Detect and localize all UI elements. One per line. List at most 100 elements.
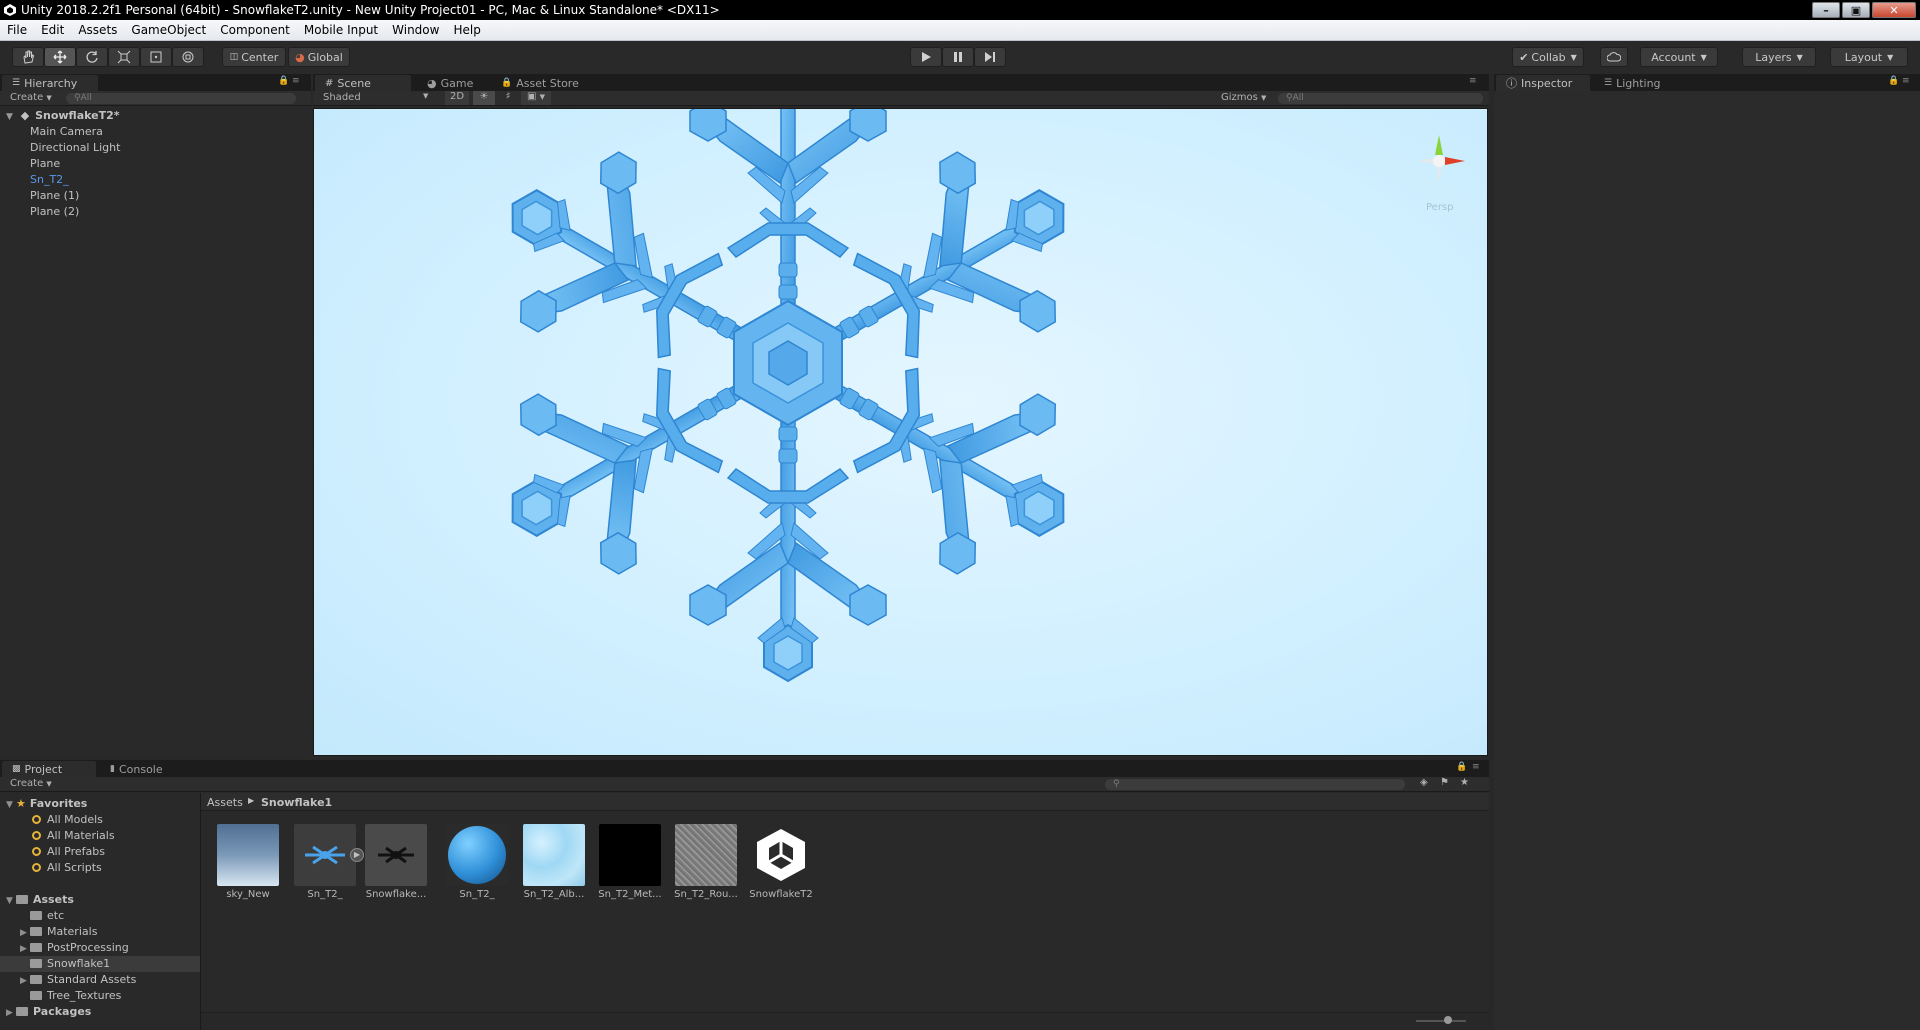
effects-dropdown[interactable]: ▣ ▼ [521, 91, 551, 105]
tab-hierarchy[interactable]: ☰ Hierarchy [2, 75, 98, 91]
step-button[interactable] [974, 47, 1006, 67]
2d-toggle-button[interactable]: 2D [445, 91, 469, 105]
maximize-button[interactable]: ▣ [1842, 2, 1870, 18]
asset-sn-t2-material[interactable]: Sn_T2_ [444, 824, 510, 900]
asset-snowflaket2-scene[interactable]: SnowflakeT2 [748, 824, 814, 900]
menu-component[interactable]: Component [213, 23, 297, 37]
space-toggle-button[interactable]: ◕ Global [288, 47, 350, 67]
pivot-toggle-button[interactable]: ◫ Center [222, 47, 286, 67]
project-create-dropdown[interactable]: Create ▼ [10, 778, 52, 789]
hierarchy-item-plane-2[interactable]: Plane (2) [30, 204, 79, 220]
perspective-label[interactable]: Persp [1426, 202, 1454, 213]
breadcrumb-assets[interactable]: Assets [207, 796, 243, 809]
favorite-all-prefabs[interactable]: All Prefabs [32, 844, 105, 860]
collab-button[interactable]: ✔ Collab ▼ [1512, 47, 1584, 67]
tab-lighting[interactable]: ☰ Lighting [1594, 75, 1684, 91]
hierarchy-item-sn-t2[interactable]: Sn_T2_ [30, 172, 69, 188]
filter-by-type-icon[interactable]: ◈ [1420, 777, 1428, 788]
asset-sky-new[interactable]: sky_New [215, 824, 281, 900]
layers-dropdown[interactable]: Layers ▼ [1742, 47, 1816, 67]
folder-etc[interactable]: etc [20, 908, 64, 924]
hierarchy-item-main-camera[interactable]: Main Camera [30, 124, 103, 140]
hierarchy-item-directional-light[interactable]: Directional Light [30, 140, 120, 156]
menu-window[interactable]: Window [385, 23, 446, 37]
asset-sn-t2-model[interactable]: ▶ Sn_T2_ [292, 824, 364, 900]
lock-icon[interactable]: 🔒 [1456, 762, 1467, 772]
minimize-button[interactable]: – [1812, 2, 1840, 18]
favorite-all-scripts[interactable]: All Scripts [32, 860, 102, 876]
pause-button[interactable] [942, 47, 974, 67]
scene-viewport[interactable]: Persp [313, 108, 1488, 756]
tab-scene-label: Scene [337, 76, 371, 90]
project-search-input[interactable]: ⚲ [1105, 779, 1405, 790]
create-dropdown[interactable]: Create ▼ [10, 92, 52, 103]
shading-mode-dropdown[interactable]: Shaded ▼ [323, 92, 433, 103]
menu-file[interactable]: File [0, 23, 34, 37]
account-dropdown[interactable]: Account ▼ [1640, 47, 1718, 67]
rotate-tool-button[interactable] [76, 47, 108, 67]
favorite-star-icon[interactable]: ★ [1460, 777, 1469, 788]
scene-root-item[interactable]: ▼ ◆ SnowflakeT2* [6, 108, 120, 124]
lighting-toggle-button[interactable]: ☀ [473, 91, 495, 105]
folder-postprocessing[interactable]: ▶ PostProcessing [20, 940, 129, 956]
expand-arrow-icon: ▶ [6, 1008, 13, 1018]
menu-mobile-input[interactable]: Mobile Input [297, 23, 385, 37]
favorite-all-materials[interactable]: All Materials [32, 828, 115, 844]
asset-sn-t2-roughness[interactable]: Sn_T2_Rou... [673, 824, 739, 900]
layout-dropdown[interactable]: Layout ▼ [1830, 47, 1908, 67]
tab-inspector[interactable]: ⓘ Inspector [1496, 75, 1590, 91]
window-title-bar: Unity 2018.2.2f1 Personal (64bit) - Snow… [0, 0, 1920, 20]
menu-gameobject[interactable]: GameObject [124, 23, 213, 37]
lock-icon[interactable]: 🔒 [278, 76, 289, 86]
expand-arrow-icon: ▼ [6, 896, 13, 906]
panel-menu-icon[interactable]: ≡ [1902, 76, 1910, 86]
menu-assets[interactable]: Assets [71, 23, 124, 37]
close-window-button[interactable]: ✕ [1872, 2, 1916, 18]
favorite-all-models[interactable]: All Models [32, 812, 103, 828]
breadcrumb-snowflake1[interactable]: Snowflake1 [261, 796, 332, 809]
expand-prefab-icon[interactable]: ▶ [350, 848, 364, 862]
hand-tool-button[interactable] [12, 47, 44, 67]
folder-icon [30, 943, 42, 952]
project-create-label: Create [10, 778, 44, 789]
cloud-services-button[interactable] [1600, 47, 1628, 67]
asset-snowflake-mesh[interactable]: Snowflake... [363, 824, 429, 900]
hierarchy-item-plane-1[interactable]: Plane (1) [30, 188, 79, 204]
tab-scene[interactable]: # Scene [315, 75, 411, 91]
panel-menu-icon[interactable]: ≡ [1472, 762, 1480, 772]
scale-tool-button[interactable] [108, 47, 140, 67]
panel-menu-icon[interactable]: ≡ [292, 76, 300, 86]
audio-toggle-button[interactable]: ♯ [497, 91, 519, 105]
tab-game[interactable]: ◕ Game [417, 75, 487, 91]
move-tool-button[interactable] [44, 47, 76, 67]
folder-snowflake1[interactable]: Snowflake1 [0, 956, 200, 972]
rect-tool-button[interactable] [140, 47, 172, 67]
slider-thumb[interactable] [1444, 1016, 1452, 1024]
list-icon: ☰ [1604, 78, 1613, 88]
gizmos-dropdown[interactable]: Gizmos ▼ [1221, 92, 1266, 103]
hierarchy-item-plane[interactable]: Plane [30, 156, 60, 172]
panel-menu-icon[interactable]: ≡ [1469, 76, 1477, 86]
folder-tree-textures[interactable]: Tree_Textures [20, 988, 121, 1004]
play-button[interactable] [910, 47, 942, 67]
icon-size-slider[interactable] [1416, 1020, 1466, 1022]
tree-packages[interactable]: ▶ Packages [6, 1004, 91, 1020]
tab-asset-store[interactable]: 🔒 Asset Store [491, 75, 591, 91]
asset-label: Sn_T2_ [459, 889, 495, 900]
filter-by-label-icon[interactable]: ⚑ [1440, 777, 1449, 788]
scene-search-input[interactable]: ⚲All [1278, 93, 1483, 104]
transform-tool-button[interactable] [172, 47, 204, 67]
asset-sn-t2-metallic[interactable]: Sn_T2_Met... [597, 824, 663, 900]
tab-console[interactable]: ▮ Console [100, 761, 180, 777]
menu-edit[interactable]: Edit [34, 23, 71, 37]
view-gizmo[interactable] [1417, 135, 1465, 183]
asset-sn-t2-albedo[interactable]: Sn_T2_Alb... [521, 824, 587, 900]
tree-assets[interactable]: ▼ Assets [6, 892, 74, 908]
tree-favorites[interactable]: ▼ ★ Favorites [6, 796, 87, 812]
hierarchy-search-input[interactable]: ⚲All [66, 93, 296, 104]
tab-project[interactable]: ▩ Project [2, 761, 96, 777]
menu-help[interactable]: Help [446, 23, 487, 37]
folder-materials[interactable]: ▶ Materials [20, 924, 97, 940]
lock-icon[interactable]: 🔒 [1888, 76, 1899, 86]
folder-standard-assets[interactable]: ▶ Standard Assets [20, 972, 136, 988]
